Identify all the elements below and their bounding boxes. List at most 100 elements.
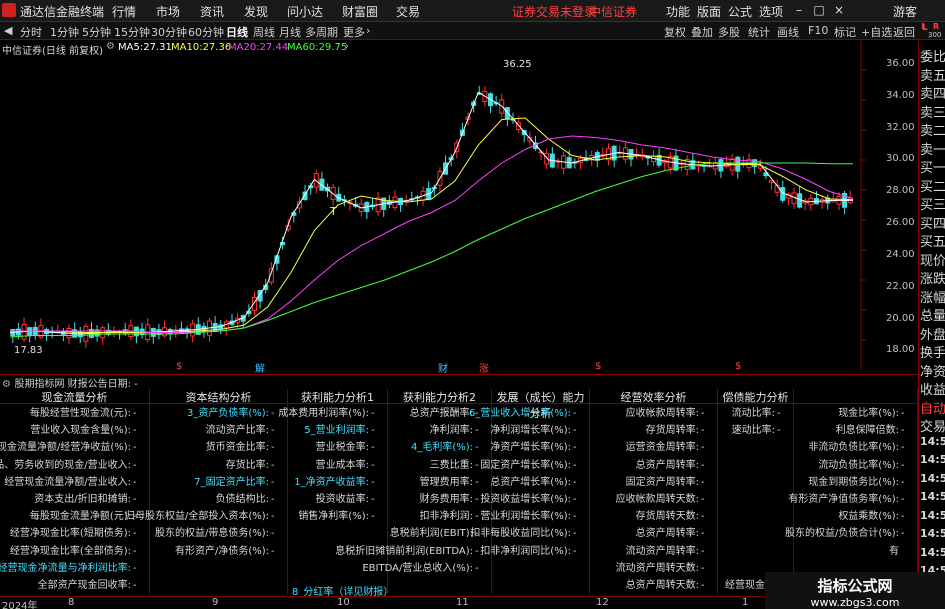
- financial-row[interactable]: 股东的权益/负债合计(%): -: [785, 525, 913, 542]
- tab-15min[interactable]: 15分钟: [114, 24, 150, 40]
- financial-row[interactable]: 1_净资产收益率: -: [294, 474, 383, 491]
- financial-row[interactable]: [775, 457, 789, 474]
- financial-row[interactable]: 有形资产净值债务率(%): -: [788, 491, 913, 508]
- close-icon[interactable]: ×: [830, 2, 848, 19]
- toolbar-arrow-icon[interactable]: ◀: [4, 24, 12, 37]
- financial-row[interactable]: 负债结构比: -: [216, 491, 283, 508]
- financial-row[interactable]: 三费比重: -: [430, 457, 487, 474]
- menu-discover[interactable]: 发现: [244, 3, 268, 20]
- chevron-down-icon[interactable]: ›: [366, 24, 370, 37]
- financial-row[interactable]: 经营净现金比率(全部债务): -: [10, 543, 145, 560]
- financial-row[interactable]: 现金比率(%): -: [838, 405, 913, 422]
- menu-news[interactable]: 资讯: [200, 3, 224, 20]
- multi-stock-button[interactable]: 多股: [718, 24, 740, 40]
- draw-line-button[interactable]: 画线: [777, 24, 799, 40]
- financial-row[interactable]: 营业收入现金含量(%): -: [30, 422, 145, 439]
- menu-trade[interactable]: 交易: [396, 3, 420, 20]
- financial-row[interactable]: 5_营业利润率: -: [304, 422, 383, 439]
- tab-daily[interactable]: 日线: [226, 24, 248, 40]
- guest-label[interactable]: 游客: [893, 3, 917, 20]
- back-button[interactable]: 返回: [893, 24, 915, 40]
- event-marker-unlock[interactable]: 解: [255, 360, 265, 375]
- menu-market-center[interactable]: 市场: [156, 3, 180, 20]
- financial-row[interactable]: [775, 508, 789, 525]
- financial-row[interactable]: 应收帐款周转天数: -: [616, 491, 713, 508]
- financial-row[interactable]: 现金到期债务比(%): -: [808, 474, 913, 491]
- menu-market[interactable]: 行情: [112, 3, 136, 20]
- menu-function[interactable]: 功能: [666, 3, 690, 20]
- financial-row[interactable]: 固定资产增长率(%): -: [480, 457, 585, 474]
- kline-chart[interactable]: 中信证券(日线 前复权) ⚙ MA5:27.31 MA10:27.36 MA20…: [0, 40, 918, 375]
- financial-row[interactable]: 存货比率: -: [226, 457, 283, 474]
- financial-row[interactable]: 流动负债比率(%): -: [818, 457, 913, 474]
- f10-button[interactable]: F10: [808, 24, 828, 37]
- financial-row[interactable]: 非流动负债比率(%): -: [808, 439, 913, 456]
- financial-row[interactable]: 有: [889, 543, 913, 560]
- settings-icon[interactable]: ⚙: [106, 41, 115, 52]
- tab-60min[interactable]: 60分钟: [188, 24, 224, 40]
- financial-row[interactable]: 营业利润增长率(%): -: [480, 508, 585, 525]
- financial-row[interactable]: 总资产周转天数: -: [626, 577, 713, 594]
- financial-row[interactable]: 存货周转天数: -: [636, 508, 713, 525]
- tab-intraday[interactable]: 分时: [20, 24, 42, 40]
- tab-30min[interactable]: 30分钟: [151, 24, 187, 40]
- panel-badge-r[interactable]: R: [933, 22, 939, 31]
- chevron-right-icon[interactable]: ›: [345, 41, 349, 52]
- tab-more[interactable]: 更多: [343, 24, 365, 40]
- financial-row[interactable]: 7_固定资产比率: -: [194, 474, 283, 491]
- financial-row[interactable]: 经营现金流量净额/营业收入: -: [4, 474, 145, 491]
- tab-1min[interactable]: 1分钟: [50, 24, 79, 40]
- financial-row[interactable]: [775, 543, 789, 560]
- tab-weekly[interactable]: 周线: [253, 24, 275, 40]
- menu-formula[interactable]: 公式: [728, 3, 752, 20]
- tab-multi-period[interactable]: 多周期: [305, 24, 338, 40]
- financial-row[interactable]: 利息保障倍数: -: [836, 422, 913, 439]
- financial-row[interactable]: 归母股东权益/全部投入资本(%): -: [125, 508, 283, 525]
- financial-row[interactable]: 权益乘数(%): -: [838, 508, 913, 525]
- event-marker-dividend-3[interactable]: $: [735, 361, 741, 372]
- financial-row[interactable]: 运营资金周转率: -: [626, 439, 713, 456]
- minimize-icon[interactable]: –: [790, 2, 808, 19]
- financial-row[interactable]: 全部资产现金回收率: -: [38, 577, 145, 594]
- financial-row[interactable]: 股东的权益/带息债务(%): -: [155, 525, 283, 542]
- event-marker-limit-up[interactable]: 涨: [479, 360, 489, 375]
- financial-row[interactable]: 资本支出/折旧和摊销: -: [34, 491, 145, 508]
- financial-row[interactable]: 总资产周转率: -: [636, 525, 713, 542]
- restore-rights-button[interactable]: 复权: [664, 24, 686, 40]
- financial-row[interactable]: 净资产增长率(%): -: [490, 439, 585, 456]
- mark-button[interactable]: 标记: [834, 24, 856, 40]
- financial-row[interactable]: 扣非净利润同比(%): -: [480, 543, 585, 560]
- add-watchlist-button[interactable]: +自选: [861, 24, 892, 40]
- financial-row[interactable]: 扣非净利润: -: [420, 508, 487, 525]
- financial-row[interactable]: 固定资产周转率: -: [626, 474, 713, 491]
- financial-row[interactable]: 营业成本率: -: [316, 457, 383, 474]
- financial-row[interactable]: 货币资金比率: -: [206, 439, 283, 456]
- menu-wealth[interactable]: 财富圈: [342, 3, 378, 20]
- financial-row[interactable]: 2_经营现金净流量与净利润比率: -: [0, 560, 145, 577]
- financial-row[interactable]: 总资产周转率: -: [636, 457, 713, 474]
- login-status[interactable]: 证券交易未登录: [512, 3, 596, 20]
- event-marker-dividend[interactable]: $: [176, 361, 182, 372]
- financial-row[interactable]: 总资产增长率(%): -: [490, 474, 585, 491]
- financial-row[interactable]: 存货周转率: -: [646, 422, 713, 439]
- financial-row[interactable]: 息税折旧摊销前利润(EBITDA): -: [335, 543, 487, 560]
- financial-row[interactable]: 营业税金率: -: [316, 439, 383, 456]
- financial-row[interactable]: 扣非每股收益同比(%): -: [470, 525, 585, 542]
- tab-5min[interactable]: 5分钟: [82, 24, 111, 40]
- financial-row[interactable]: 成本费用利润率(%): -: [278, 405, 383, 422]
- financial-row[interactable]: 流动比率: -: [732, 405, 789, 422]
- financial-row[interactable]: EBITDA/营业总收入(%): -: [362, 560, 487, 577]
- financial-row[interactable]: 净利润率: -: [430, 422, 487, 439]
- financial-row[interactable]: [775, 491, 789, 508]
- financial-row[interactable]: 每股经营性现金流(元): -: [30, 405, 145, 422]
- panel-badge-l[interactable]: L: [922, 23, 928, 33]
- event-marker-dividend-2[interactable]: $: [595, 361, 601, 372]
- overlay-button[interactable]: 叠加: [691, 24, 713, 40]
- financial-row[interactable]: 速动比率: -: [732, 422, 789, 439]
- financial-row[interactable]: 应收帐款周转率: -: [626, 405, 713, 422]
- financial-row[interactable]: 投资收益增长率(%): -: [480, 491, 585, 508]
- stats-button[interactable]: 统计: [748, 24, 770, 40]
- menu-layout[interactable]: 版面: [697, 3, 721, 20]
- financial-row[interactable]: 3_资产负债率(%): -: [187, 405, 283, 422]
- financial-row[interactable]: 管理费用率: -: [420, 474, 487, 491]
